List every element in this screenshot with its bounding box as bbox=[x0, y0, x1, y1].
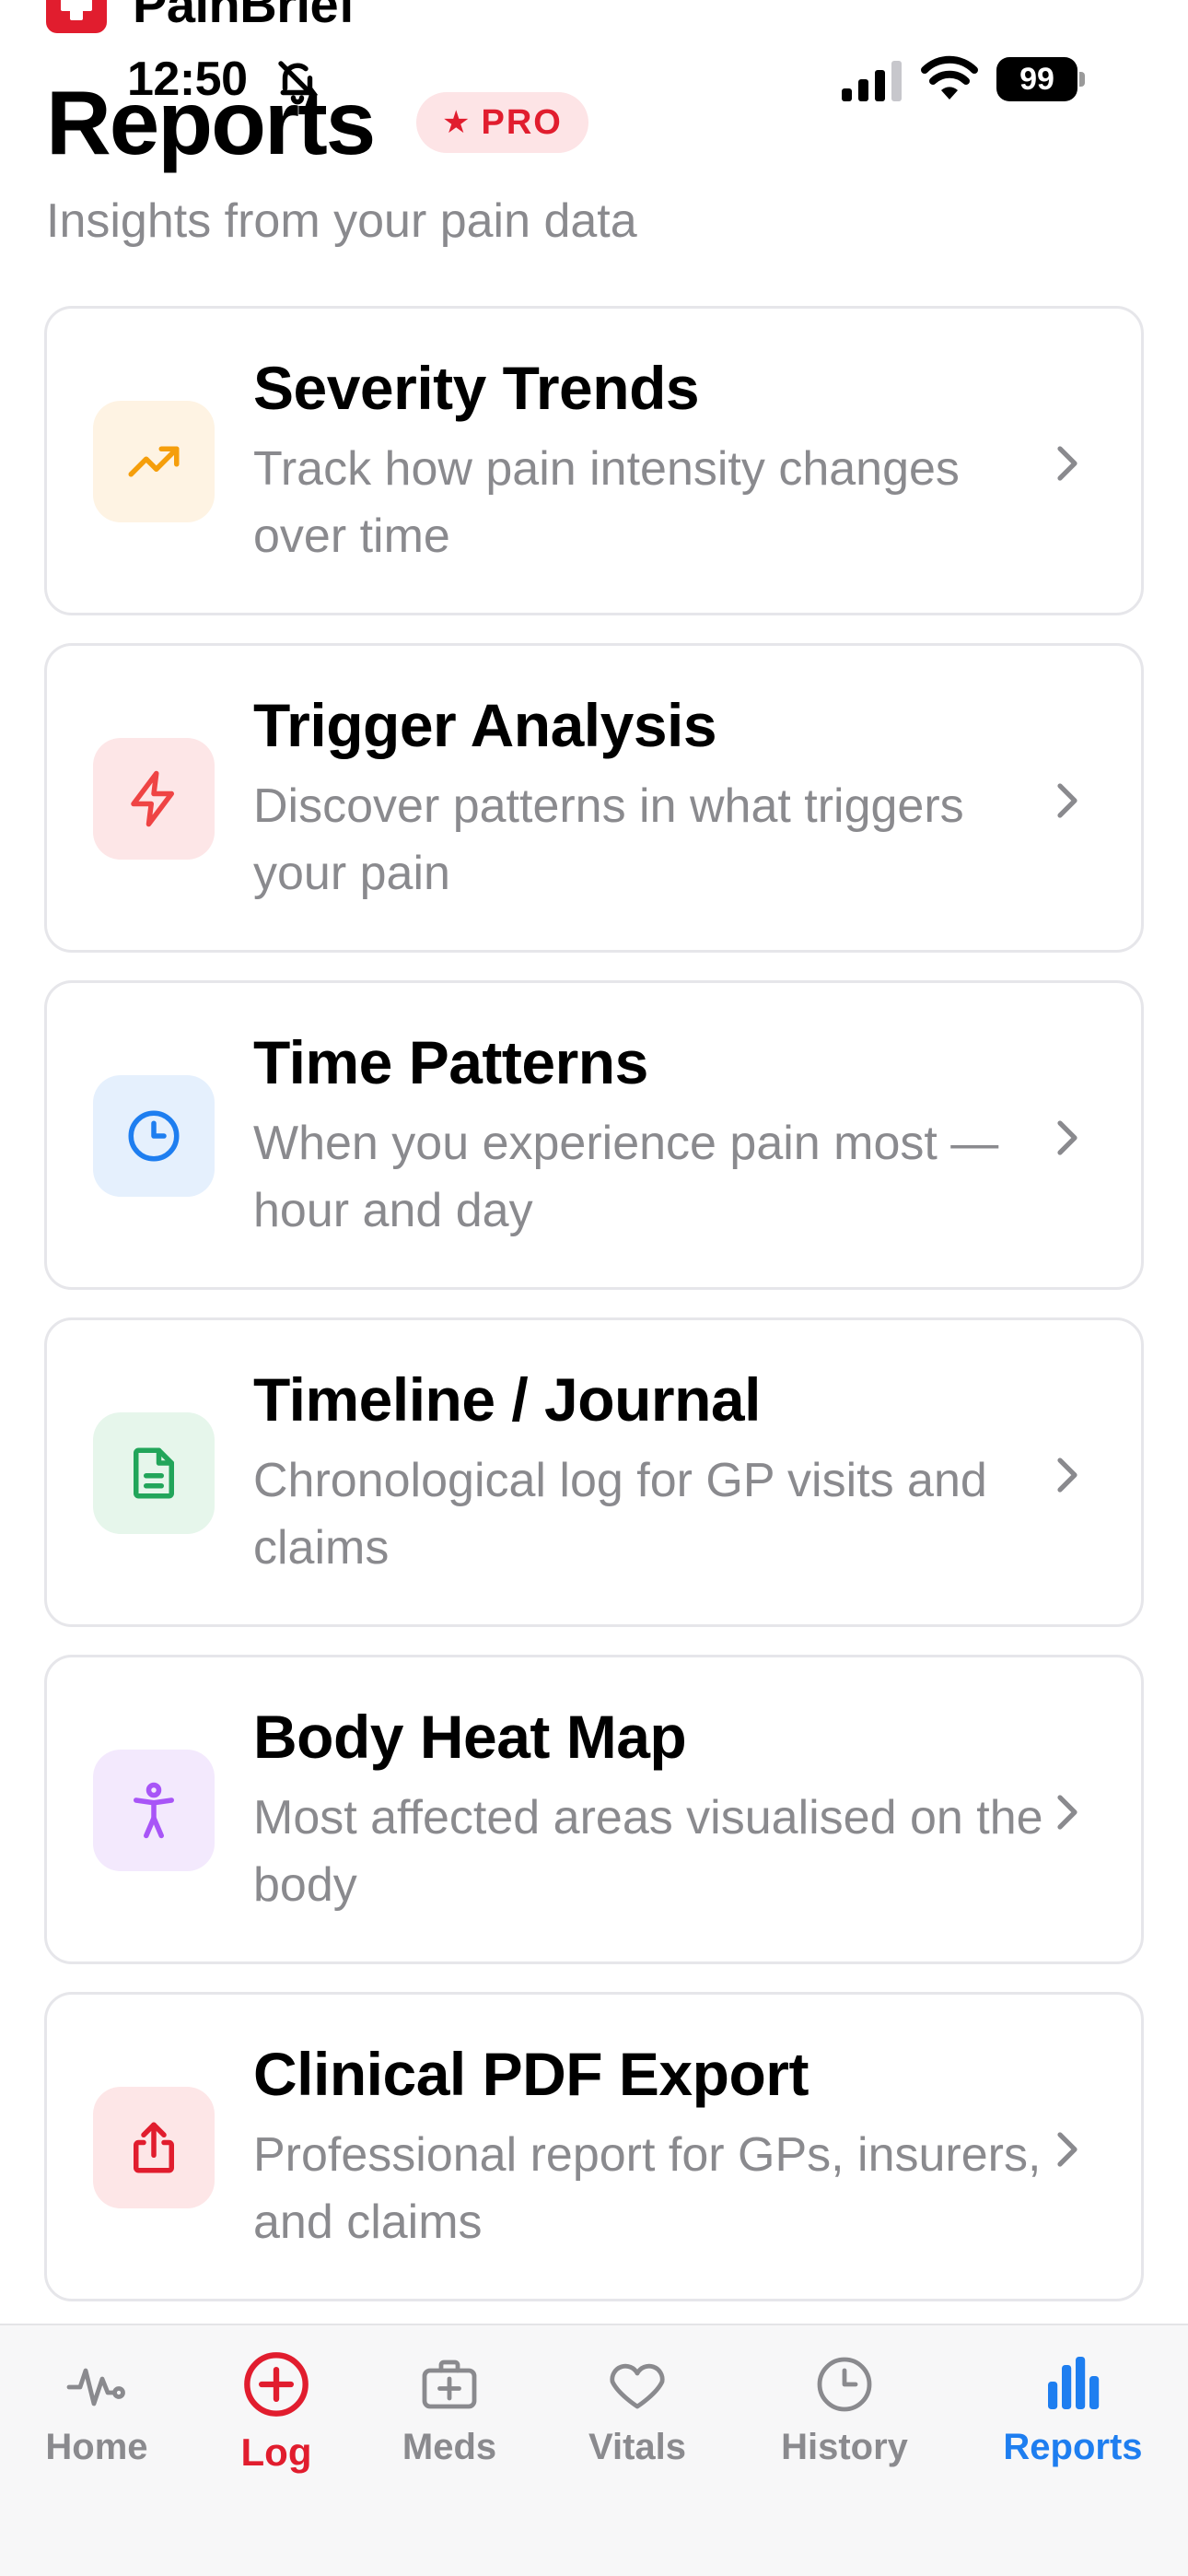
tab-bar: Home Log Meds Vitals History Reports bbox=[0, 2324, 1188, 2576]
cellular-signal-icon bbox=[842, 61, 902, 101]
tab-log[interactable]: Log bbox=[230, 2325, 322, 2475]
bar-chart-icon bbox=[1048, 2357, 1100, 2409]
battery-icon: 99 bbox=[996, 57, 1085, 101]
page-subtitle: Insights from your pain data bbox=[46, 194, 637, 248]
chevron-right-icon bbox=[1057, 446, 1077, 481]
card-title: Timeline / Journal bbox=[253, 1365, 761, 1434]
medkit-icon bbox=[422, 2359, 477, 2409]
tab-meds[interactable]: Meds bbox=[394, 2325, 505, 2468]
card-description: Most affected areas visualised on the bo… bbox=[253, 1791, 1043, 1912]
tab-label: Log bbox=[240, 2430, 312, 2474]
card-description: Chronological log for GP visits and clai… bbox=[253, 1454, 987, 1575]
chevron-right-icon bbox=[1057, 2132, 1077, 2167]
body-icon bbox=[93, 1750, 215, 1871]
share-icon bbox=[93, 2087, 215, 2208]
card-title: Clinical PDF Export bbox=[253, 2040, 809, 2108]
card-title: Time Patterns bbox=[253, 1028, 648, 1096]
pulse-icon bbox=[66, 2368, 125, 2406]
tab-label: Meds bbox=[402, 2427, 497, 2467]
card-description: Track how pain intensity changes over ti… bbox=[253, 442, 960, 563]
card-title: Severity Trends bbox=[253, 354, 700, 422]
document-icon bbox=[93, 1412, 215, 1534]
page-title: Reports bbox=[46, 72, 376, 173]
tab-history[interactable]: History bbox=[772, 2325, 917, 2468]
tab-reports[interactable]: Reports bbox=[995, 2325, 1151, 2468]
pro-badge-label: PRO bbox=[481, 102, 563, 142]
plus-circle-icon bbox=[244, 2352, 309, 2417]
report-list: Severity Trends Track how pain intensity… bbox=[44, 306, 1144, 2329]
card-description: When you experience pain most — hour and… bbox=[253, 1117, 999, 1237]
star-icon: ★ bbox=[442, 105, 471, 140]
chevron-right-icon bbox=[1057, 1458, 1077, 1493]
battery-level: 99 bbox=[996, 57, 1077, 101]
tab-label: Reports bbox=[1003, 2427, 1143, 2467]
report-card-severity-trends[interactable]: Severity Trends Track how pain intensity… bbox=[44, 306, 1144, 615]
tab-label: History bbox=[781, 2427, 908, 2467]
report-card-clinical-pdf-export[interactable]: Clinical PDF Export Professional report … bbox=[44, 1992, 1144, 2301]
chevron-right-icon bbox=[1057, 783, 1077, 818]
wifi-icon bbox=[921, 55, 978, 100]
report-card-timeline-journal[interactable]: Timeline / Journal Chronological log for… bbox=[44, 1317, 1144, 1627]
report-card-body-heat-map[interactable]: Body Heat Map Most affected areas visual… bbox=[44, 1655, 1144, 1964]
tab-label: Vitals bbox=[588, 2427, 686, 2467]
lightning-icon bbox=[93, 738, 215, 860]
card-title: Body Heat Map bbox=[253, 1703, 687, 1771]
report-card-time-patterns[interactable]: Time Patterns When you experience pain m… bbox=[44, 980, 1144, 1290]
clock-icon bbox=[93, 1075, 215, 1197]
clock-icon bbox=[817, 2357, 872, 2412]
heart-icon bbox=[610, 2363, 665, 2409]
tab-label: Home bbox=[45, 2427, 148, 2467]
card-description: Professional report for GPs, insurers, a… bbox=[253, 2128, 1042, 2249]
card-title: Trigger Analysis bbox=[253, 691, 717, 759]
pro-badge: ★ PRO bbox=[416, 92, 588, 153]
report-card-trigger-analysis[interactable]: Trigger Analysis Discover patterns in wh… bbox=[44, 643, 1144, 953]
chevron-right-icon bbox=[1057, 1120, 1077, 1155]
tab-home[interactable]: Home bbox=[42, 2325, 151, 2468]
card-description: Discover patterns in what triggers your … bbox=[253, 779, 964, 900]
trend-up-icon bbox=[93, 401, 215, 522]
chevron-right-icon bbox=[1057, 1795, 1077, 1830]
tab-vitals[interactable]: Vitals bbox=[582, 2325, 693, 2468]
